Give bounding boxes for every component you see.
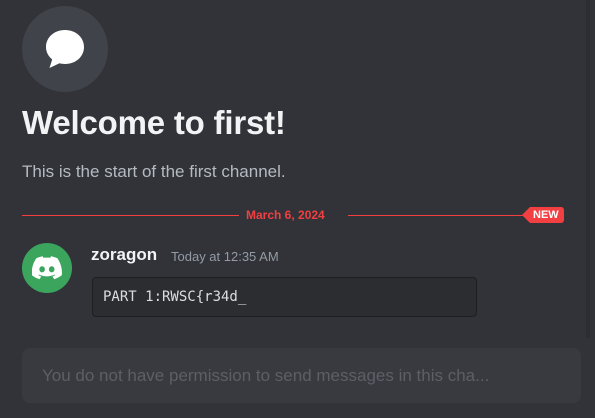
- scrollbar[interactable]: [586, 0, 590, 338]
- chat-view: Welcome to first! This is the start of t…: [0, 0, 595, 418]
- divider-date: March 6, 2024: [246, 208, 325, 222]
- new-badge: NEW: [522, 207, 564, 223]
- discord-logo-icon: [32, 256, 62, 280]
- avatar[interactable]: [22, 243, 72, 293]
- message-code-text: PART 1:RWSC{r34d_: [103, 289, 247, 305]
- divider-line-left: [22, 215, 239, 216]
- message-username[interactable]: zoragon: [91, 245, 157, 265]
- chat-bubble-icon: [46, 30, 84, 68]
- new-messages-divider: March 6, 2024 NEW: [22, 207, 565, 223]
- channel-icon-container: [22, 6, 108, 92]
- message-timestamp: Today at 12:35 AM: [171, 249, 279, 264]
- divider-line-right: [348, 215, 530, 216]
- message-input[interactable]: You do not have permission to send messa…: [22, 348, 581, 403]
- message-input-placeholder: You do not have permission to send messa…: [42, 365, 490, 385]
- message-code-block: PART 1:RWSC{r34d_: [92, 277, 477, 317]
- new-badge-arrow: [522, 207, 530, 223]
- welcome-title: Welcome to first!: [22, 104, 286, 141]
- welcome-subtitle: This is the start of the first channel.: [22, 162, 286, 181]
- new-badge-label: NEW: [530, 207, 564, 223]
